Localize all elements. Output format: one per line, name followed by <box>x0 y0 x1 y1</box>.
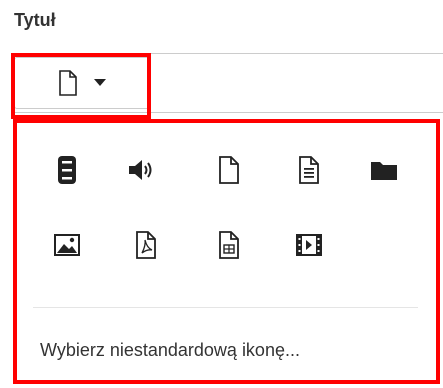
field-label: Tytuł <box>14 10 56 30</box>
folder-icon[interactable] <box>364 150 404 190</box>
file-outline-icon[interactable] <box>209 150 249 190</box>
icon-picker-button[interactable] <box>14 57 150 109</box>
film-icon[interactable] <box>289 225 329 265</box>
image-icon[interactable] <box>47 225 87 265</box>
file-pdf-icon[interactable] <box>126 225 166 265</box>
file-text-icon[interactable] <box>289 150 329 190</box>
menu-divider <box>33 307 418 308</box>
caret-down-icon <box>94 79 106 87</box>
database-icon[interactable] <box>47 150 87 190</box>
custom-icon-link[interactable]: Wybierz niestandardową ikonę... <box>40 340 300 361</box>
volume-up-icon[interactable] <box>122 150 162 190</box>
file-spreadsheet-icon[interactable] <box>209 225 249 265</box>
file-outline-icon <box>58 70 78 96</box>
